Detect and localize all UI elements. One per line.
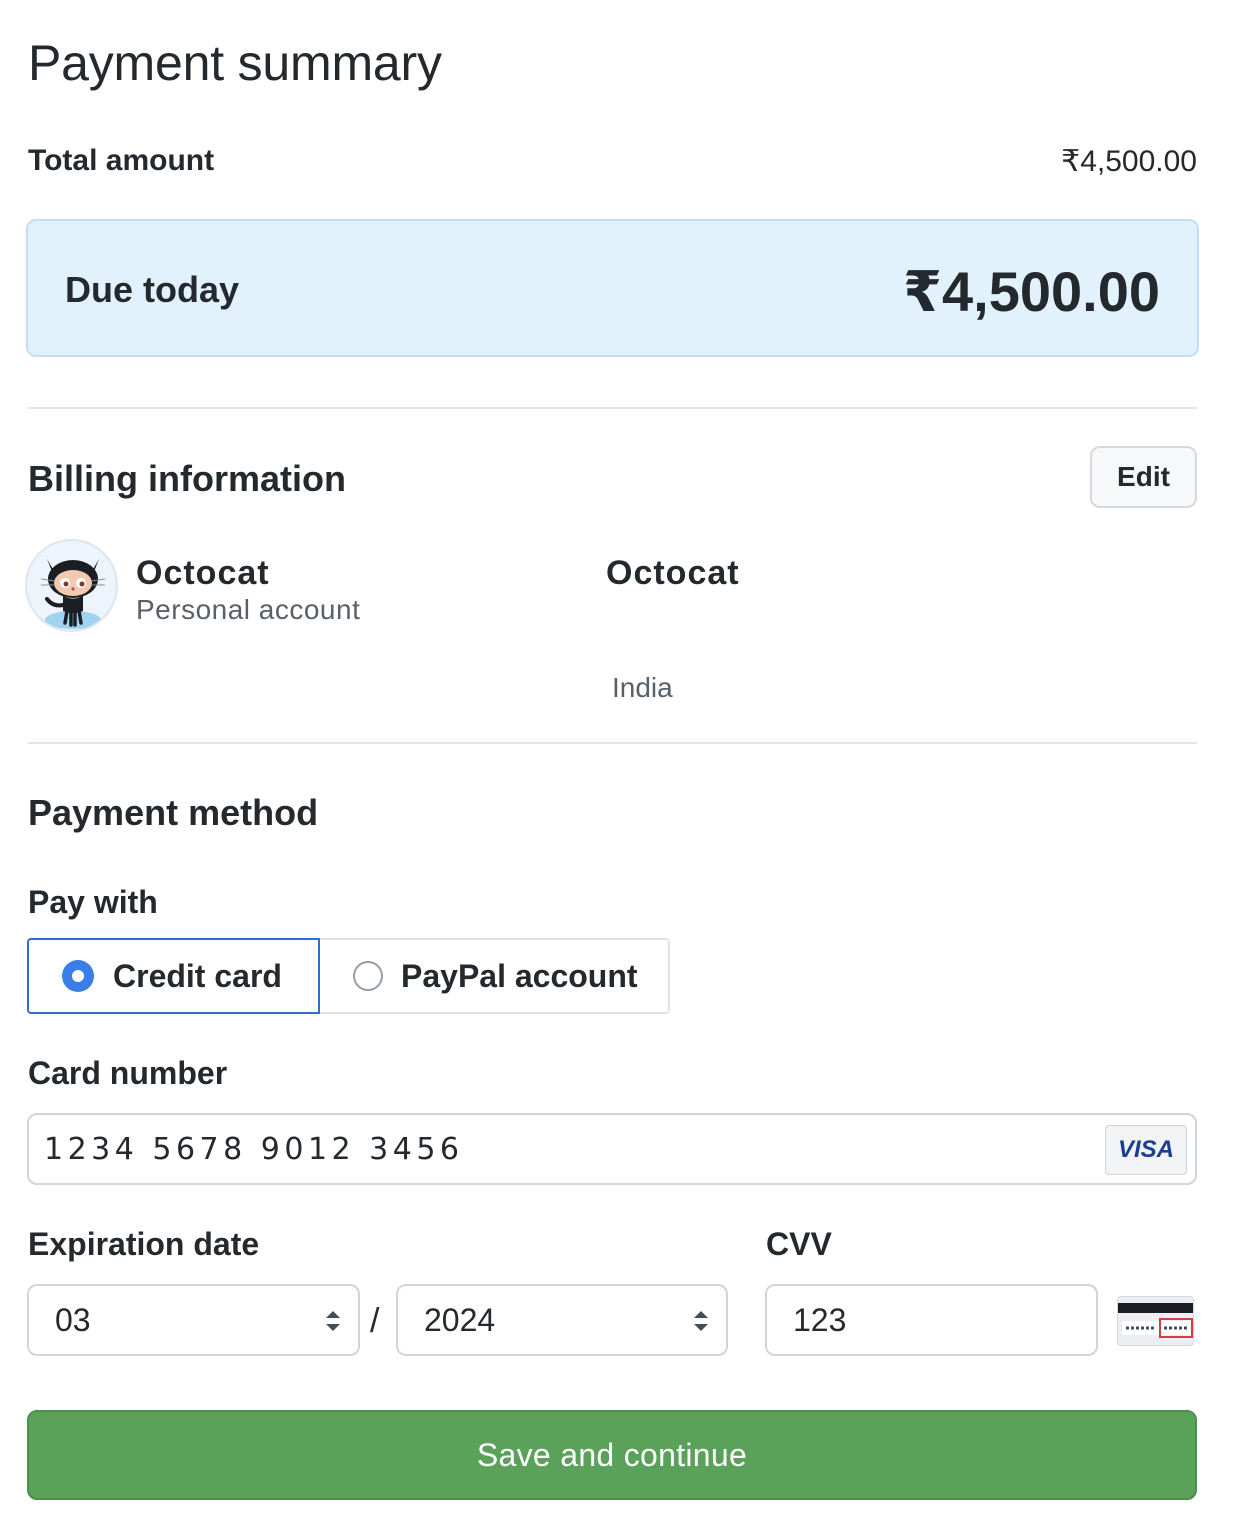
total-amount-label: Total amount xyxy=(28,144,215,177)
account-name: Octocat xyxy=(136,554,270,592)
credit-card-option-label: Credit card xyxy=(113,957,282,994)
cvv-label: CVV xyxy=(766,1226,832,1262)
paypal-option[interactable]: PayPal account xyxy=(318,938,670,1014)
divider xyxy=(28,407,1197,409)
due-today-label: Due today xyxy=(65,269,240,310)
paypal-option-label: PayPal account xyxy=(401,957,638,994)
expiration-year-value: 2024 xyxy=(424,1301,496,1338)
cvv-input[interactable]: 123 xyxy=(765,1284,1098,1356)
expiration-separator: / xyxy=(370,1302,380,1340)
card-number-label: Card number xyxy=(28,1055,228,1091)
card-number-input[interactable]: 1234 5678 9012 3456 VISA xyxy=(27,1113,1197,1185)
expiration-month-value: 03 xyxy=(55,1301,91,1338)
save-and-continue-button[interactable]: Save and continue xyxy=(27,1410,1197,1500)
card-number-value: 1234 5678 9012 3456 xyxy=(44,1131,464,1167)
credit-card-option[interactable]: Credit card xyxy=(27,938,320,1014)
divider xyxy=(28,742,1197,744)
billing-name: Octocat xyxy=(606,554,740,592)
billing-section-title: Billing information xyxy=(28,458,346,499)
cvv-card-icon xyxy=(1117,1296,1194,1346)
expiration-month-select[interactable]: 03 xyxy=(27,1284,360,1356)
expiration-date-label: Expiration date xyxy=(28,1226,260,1262)
octocat-avatar-icon xyxy=(25,539,118,632)
radio-selected-icon[interactable] xyxy=(63,961,93,991)
visa-icon: VISA xyxy=(1105,1125,1187,1175)
total-amount-row: Total amount ₹4,500.00 xyxy=(28,144,1197,184)
account-type: Personal account xyxy=(136,594,361,625)
due-today-value: ₹4,500.00 xyxy=(903,260,1160,323)
edit-billing-button[interactable]: Edit xyxy=(1090,446,1197,508)
expiration-year-select[interactable]: 2024 xyxy=(396,1284,728,1356)
due-today-box: Due today ₹4,500.00 xyxy=(26,219,1199,357)
total-amount-value: ₹4,500.00 xyxy=(1061,145,1197,178)
payment-method-radio-group: Credit card PayPal account xyxy=(27,938,670,1014)
page-title: Payment summary xyxy=(28,35,442,91)
pay-with-label: Pay with xyxy=(28,884,158,920)
chevron-up-down-icon xyxy=(326,1311,340,1331)
billing-country: India xyxy=(612,672,673,703)
cvv-value: 123 xyxy=(793,1301,847,1338)
chevron-up-down-icon xyxy=(694,1311,708,1331)
payment-section-title: Payment method xyxy=(28,792,319,833)
radio-unselected-icon[interactable] xyxy=(353,961,383,991)
